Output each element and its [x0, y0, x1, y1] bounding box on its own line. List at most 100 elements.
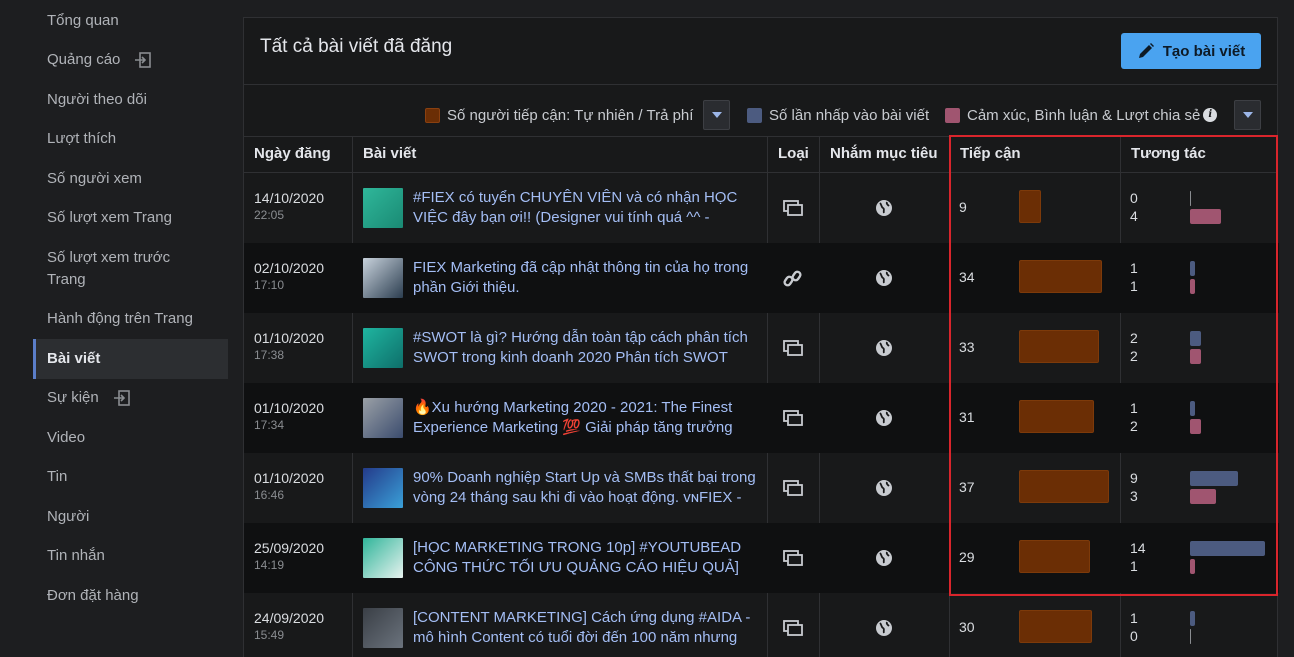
table-row[interactable]: 25/09/2020 14:19 [HỌC MARKETING TRONG 10p]…	[244, 523, 1279, 593]
post-link[interactable]: [HỌC MARKETING TRONG 10p] #YOUTUBEAD CÔN…	[413, 538, 763, 578]
create-post-label: Tạo bài viết	[1162, 42, 1246, 60]
clicks-value: 14	[1130, 540, 1146, 556]
sidebar-item[interactable]: Sự kiện	[33, 387, 228, 409]
legend-reach: Số người tiếp cận: Tự nhiên / Trả phí	[425, 101, 693, 129]
sidebar-item[interactable]: Người theo dõi	[33, 89, 228, 111]
page-title: Tất cả bài viết đã đăng	[260, 36, 453, 57]
reactions-bar	[1190, 419, 1201, 434]
col-header-target[interactable]: Nhắm mục tiêu	[820, 136, 938, 172]
sidebar-item-label: Số người xem	[47, 170, 142, 187]
sidebar-item-label: Lượt thích	[47, 130, 117, 147]
post-thumbnail[interactable]	[363, 258, 403, 298]
legend-reactions: Cảm xúc, Bình luận & Lượt chia sẻ i	[945, 101, 1218, 129]
clicks-swatch	[747, 107, 762, 123]
create-post-button[interactable]: Tạo bài viết	[1121, 33, 1261, 69]
post-thumbnail[interactable]	[363, 608, 403, 648]
reactions-bar	[1190, 489, 1216, 504]
reactions-value: 0	[1130, 628, 1138, 644]
reactions-value: 2	[1130, 418, 1138, 434]
post-link[interactable]: 90% Doanh nghiệp Start Up và SMBs thất b…	[413, 468, 763, 508]
table-row[interactable]: 02/10/2020 17:10 FIEX Marketing đã cập nhậ…	[244, 243, 1279, 313]
info-icon[interactable]: i	[1203, 108, 1218, 122]
sidebar-item[interactable]: Video	[33, 427, 228, 449]
clicks-bar	[1190, 191, 1191, 206]
post-link[interactable]: [CONTENT MARKETING] Cách ứng dụng #AIDA …	[413, 608, 763, 648]
external-link-icon	[134, 51, 152, 69]
legend-reach-label: Số người tiếp cận: Tự nhiên / Trả phí	[447, 106, 694, 124]
legend-clicks-label: Số lần nhấp vào bài viết	[769, 106, 930, 124]
sidebar-item-label: Người theo dõi	[47, 91, 147, 108]
reach-bar	[1019, 400, 1094, 433]
reach-value: 33	[959, 339, 975, 355]
album-icon	[781, 198, 805, 218]
reach-value: 37	[959, 479, 975, 495]
post-thumbnail[interactable]	[363, 538, 403, 578]
sidebar-item-label: Tin	[47, 468, 68, 485]
table-row[interactable]: 14/10/2020 22:05 #FIEX có tuyển CHUYÊN VIÊ…	[244, 173, 1279, 243]
sidebar-item[interactable]: Hành động trên Trang	[33, 308, 228, 330]
sidebar-item[interactable]: Số lượt xem Trang	[33, 207, 228, 229]
posts-panel: Tất cả bài viết đã đăng Tạo bài viết Số …	[243, 17, 1279, 657]
sidebar-item[interactable]: Số lượt xem trước Trang	[33, 247, 193, 291]
table-row[interactable]: 01/10/2020 16:46 90% Doanh nghiệp Start Up…	[244, 453, 1279, 523]
sidebar-item[interactable]: Lượt thích	[33, 128, 228, 150]
reactions-bar	[1190, 559, 1195, 574]
post-link[interactable]: #SWOT là gì? Hướng dẫn toàn tập cách phâ…	[413, 328, 763, 368]
reach-value: 34	[959, 269, 975, 285]
sidebar-item-label: Hành động trên Trang	[47, 310, 193, 327]
globe-icon	[874, 408, 894, 428]
album-icon	[781, 618, 805, 638]
table-row[interactable]: 01/10/2020 17:34 🔥Xu hướng Marketing 2020 …	[244, 383, 1279, 453]
sidebar-item[interactable]: Tin nhắn	[33, 545, 228, 567]
table-row[interactable]: 01/10/2020 17:38 #SWOT là gì? Hướng dẫn to…	[244, 313, 1279, 383]
sidebar-item-label: Tin nhắn	[47, 547, 105, 564]
post-link[interactable]: FIEX Marketing đã cập nhật thông tin của…	[413, 258, 763, 298]
post-time: 14:19	[254, 558, 285, 572]
divider	[244, 84, 1277, 85]
globe-icon	[874, 618, 894, 638]
post-time: 22:05	[254, 208, 285, 222]
post-time: 16:46	[254, 488, 285, 502]
clicks-value: 2	[1130, 330, 1138, 346]
col-header-date[interactable]: Ngày đăng	[244, 136, 331, 172]
reactions-value: 1	[1130, 278, 1138, 294]
album-icon	[781, 338, 805, 358]
sidebar-item[interactable]: Đơn đặt hàng	[33, 585, 228, 607]
reach-dropdown[interactable]	[703, 100, 730, 130]
col-header-engagement[interactable]: Tương tác	[1121, 136, 1206, 172]
post-thumbnail[interactable]	[363, 468, 403, 508]
reach-bar	[1019, 190, 1041, 223]
sidebar-item[interactable]: Bài viết	[33, 339, 228, 379]
post-time: 15:49	[254, 628, 285, 642]
link-icon	[781, 268, 805, 288]
engagement-dropdown[interactable]	[1234, 100, 1261, 130]
sidebar-item-label: Sự kiện	[47, 389, 99, 406]
reactions-value: 2	[1130, 348, 1138, 364]
album-icon	[781, 548, 805, 568]
post-thumbnail[interactable]	[363, 328, 403, 368]
post-link[interactable]: 🔥Xu hướng Marketing 2020 - 2021: The Fin…	[413, 398, 763, 438]
clicks-bar	[1190, 541, 1265, 556]
sidebar-item[interactable]: Số người xem	[33, 168, 228, 190]
post-date: 02/10/2020	[254, 260, 325, 276]
col-header-reach[interactable]: Tiếp cận	[950, 136, 1021, 172]
reach-bar	[1019, 610, 1092, 643]
clicks-value: 1	[1130, 610, 1138, 626]
clicks-value: 1	[1130, 260, 1138, 276]
post-link[interactable]: #FIEX có tuyển CHUYÊN VIÊN và có nhận HỌ…	[413, 188, 763, 228]
post-thumbnail[interactable]	[363, 188, 403, 228]
post-time: 17:10	[254, 278, 285, 292]
reactions-bar	[1190, 629, 1191, 644]
reach-bar	[1019, 330, 1099, 363]
reactions-value: 4	[1130, 208, 1138, 224]
table-row[interactable]: 24/09/2020 15:49 [CONTENT MARKETING] Cách …	[244, 593, 1279, 657]
sidebar-item[interactable]: Người	[33, 506, 228, 528]
reach-value: 30	[959, 619, 975, 635]
col-header-post[interactable]: Bài viết	[353, 136, 416, 172]
sidebar-item[interactable]: Quảng cáo	[33, 49, 228, 71]
col-header-type[interactable]: Loại	[768, 136, 809, 172]
sidebar-item[interactable]: Tin	[33, 466, 228, 488]
post-thumbnail[interactable]	[363, 398, 403, 438]
sidebar-item[interactable]: Tổng quan	[33, 10, 228, 32]
clicks-bar	[1190, 401, 1195, 416]
